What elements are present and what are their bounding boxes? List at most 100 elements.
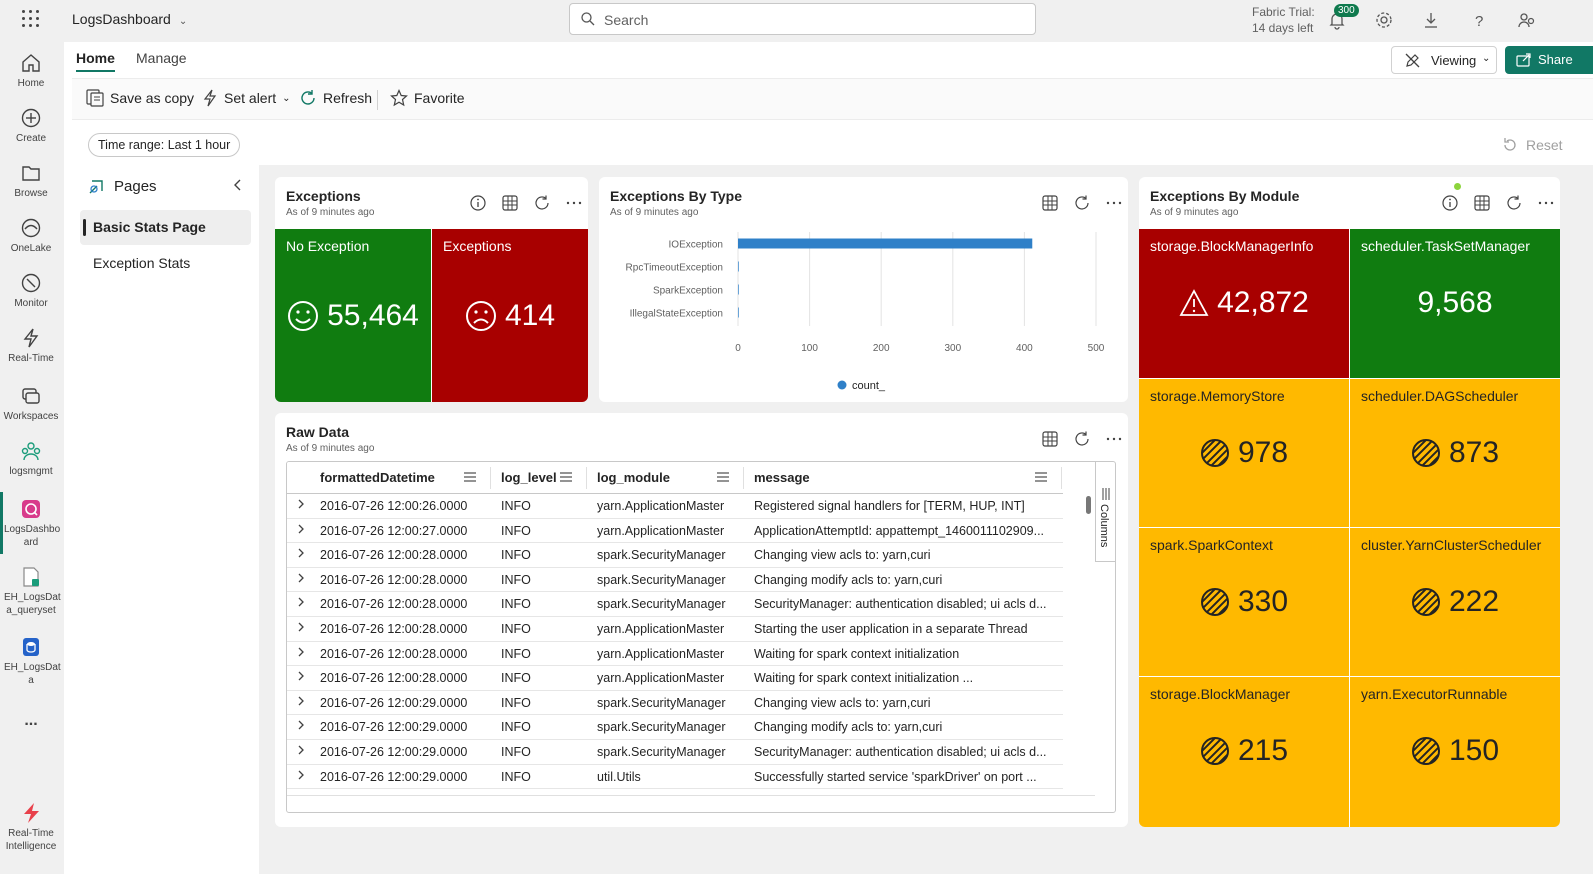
module-card-blockmanagerinfo[interactable]: storage.BlockManagerInfo 42,872 [1139,229,1349,378]
table-row[interactable]: 2016-07-26 12:00:28.0000 INFO spark.Securi… [287,543,1063,568]
column-divider[interactable] [586,467,587,489]
column-menu-icon[interactable] [717,472,729,482]
more-icon[interactable]: ... [0,712,62,730]
set-alert-button[interactable]: Set alert ⌄ [202,89,291,107]
table-row[interactable]: 2016-07-26 12:00:28.0000 INFO yarn.Applica… [287,642,1063,667]
page-item-basic-stats[interactable]: Basic Stats Page [80,210,251,245]
rail-item-onelake[interactable]: OneLake [0,217,62,255]
table-view-icon[interactable] [501,194,519,212]
gear-icon[interactable] [1374,10,1394,30]
chevron-right-icon[interactable] [297,769,305,784]
help-icon[interactable]: ? [1469,10,1489,30]
column-menu-icon[interactable] [464,472,476,482]
table-row[interactable]: 2016-07-26 12:00:29.0000 INFO spark.Securi… [287,715,1063,740]
exceptions-by-type-chart: 0 100 200 300 400 500 IOException RpcTimeoutExc… [626,232,1105,392]
columns-panel-toggle[interactable]: Columns [1095,462,1115,562]
table-row[interactable]: 2016-07-26 12:00:29.0000 INFO util.Utils Su… [287,765,1063,790]
module-card-dagscheduler[interactable]: scheduler.DAGScheduler 873 [1350,379,1560,527]
rail-item-realtime[interactable]: Real-Time [0,327,62,365]
table-row[interactable]: 2016-07-26 12:00:28.0000 INFO spark.Securi… [287,568,1063,593]
column-header-log-module[interactable]: log_module [597,470,670,485]
more-options-icon[interactable] [1537,194,1555,212]
chevron-right-icon[interactable] [297,646,305,661]
table-row[interactable]: 2016-07-26 12:00:28.0000 INFO yarn.Applica… [287,666,1063,691]
module-card-executorrunnable[interactable]: yarn.ExecutorRunnable 150 [1350,677,1560,827]
table-row[interactable]: 2016-07-26 12:00:27.0000 INFO yarn.Applica… [287,519,1063,544]
refresh-button[interactable]: Refresh [299,89,372,107]
rail-item-rti[interactable]: Real-Time Intelligence [0,802,62,853]
table-row[interactable]: 2016-07-26 12:00:26.0000 INFO yarn.Applica… [287,494,1063,519]
chevron-right-icon[interactable] [297,596,305,611]
module-card-blockmanager[interactable]: storage.BlockManager 215 [1139,677,1349,827]
save-as-copy-button[interactable]: Save as copy [86,89,194,107]
stat-card-no-exception[interactable]: No Exception 55,464 [275,229,431,402]
horizontal-scrollbar[interactable] [287,795,1095,812]
rail-item-create[interactable]: Create [0,107,62,145]
chevron-right-icon[interactable] [297,695,305,710]
scrollbar-thumb[interactable] [1086,496,1091,514]
module-card-yarnclusterscheduler[interactable]: cluster.YarnClusterScheduler 222 [1350,528,1560,676]
trial-status[interactable]: Fabric Trial: 14 days left [1252,4,1315,36]
search-input[interactable]: Search [569,3,1036,35]
more-options-icon[interactable] [565,194,583,212]
chevron-right-icon[interactable] [297,744,305,759]
table-row[interactable]: 2016-07-26 12:00:28.0000 INFO spark.Securi… [287,592,1063,617]
column-header-datetime[interactable]: formattedDatetime [320,470,435,485]
table-row[interactable]: 2016-07-26 12:00:28.0000 INFO yarn.Applica… [287,617,1063,642]
column-divider[interactable] [490,467,491,489]
share-feedback-icon[interactable] [1516,10,1536,30]
chevron-right-icon[interactable] [297,523,305,538]
y-category-label: IOException [669,240,723,251]
column-menu-icon[interactable] [1035,472,1047,482]
rail-item-monitor[interactable]: Monitor [0,272,62,310]
app-launcher-icon[interactable] [22,10,40,28]
rail-item-logsdashboard[interactable]: LogsDashbo ard [0,498,62,549]
rail-item-queryset[interactable]: EH_LogsDat a_queryset [0,566,62,617]
chevron-right-icon[interactable] [297,719,305,734]
rail-item-home[interactable]: Home [0,52,62,90]
column-header-message[interactable]: message [754,470,810,485]
chevron-right-icon[interactable] [297,547,305,562]
table-row[interactable]: 2016-07-26 12:00:29.0000 INFO spark.Securi… [287,691,1063,716]
app-title[interactable]: LogsDashboard ⌄ [72,11,187,27]
column-divider[interactable] [743,467,744,489]
share-label: Share [1538,52,1573,67]
table-view-icon[interactable] [1041,430,1059,448]
table-row[interactable]: 2016-07-26 12:00:29.0000 INFO spark.Securi… [287,740,1063,765]
bar [738,284,739,295]
rail-item-workspaces[interactable]: Workspaces [0,385,62,423]
chevron-right-icon[interactable] [297,670,305,685]
module-card-memorystore[interactable]: storage.MemoryStore 978 [1139,379,1349,527]
time-range-filter[interactable]: Time range: Last 1 hour [88,133,241,157]
refresh-icon[interactable] [1505,194,1523,212]
stat-card-exceptions[interactable]: Exceptions 414 [432,229,588,402]
info-icon[interactable] [469,194,487,212]
page-item-exception-stats[interactable]: Exception Stats [80,246,251,281]
table-view-icon[interactable] [1473,194,1491,212]
vertical-scrollbar[interactable] [1085,494,1093,794]
column-divider[interactable] [1061,467,1062,489]
module-card-tasksetmanager[interactable]: scheduler.TaskSetManager 9,568 [1350,229,1560,378]
column-header-log-level[interactable]: log_level [501,470,557,485]
tab-home[interactable]: Home [76,50,115,72]
rail-item-logsmgmt[interactable]: logsmgmt [0,440,62,478]
rail-item-browse[interactable]: Browse [0,162,62,200]
info-icon[interactable] [1441,194,1459,212]
column-menu-icon[interactable] [560,472,572,482]
tab-manage[interactable]: Manage [136,50,187,66]
favorite-button[interactable]: Favorite [390,89,465,107]
refresh-icon[interactable] [1073,430,1091,448]
more-options-icon[interactable] [1105,430,1123,448]
refresh-icon[interactable] [533,194,551,212]
viewing-mode-button[interactable]: Viewing ⌄ [1391,46,1497,74]
download-icon[interactable] [1421,10,1441,30]
chevron-left-icon[interactable] [232,179,244,191]
module-card-sparkcontext[interactable]: spark.SparkContext 330 [1139,528,1349,676]
chevron-right-icon[interactable] [297,621,305,636]
chevron-right-icon[interactable] [297,572,305,587]
rail-item-eh-logsdata[interactable]: EH_LogsDat a [0,636,62,687]
chevron-right-icon[interactable] [297,498,305,513]
table-cell: 2016-07-26 12:00:27.0000 [320,523,468,538]
reset-button[interactable]: Reset [1502,137,1563,153]
share-button[interactable]: Share [1505,46,1593,74]
